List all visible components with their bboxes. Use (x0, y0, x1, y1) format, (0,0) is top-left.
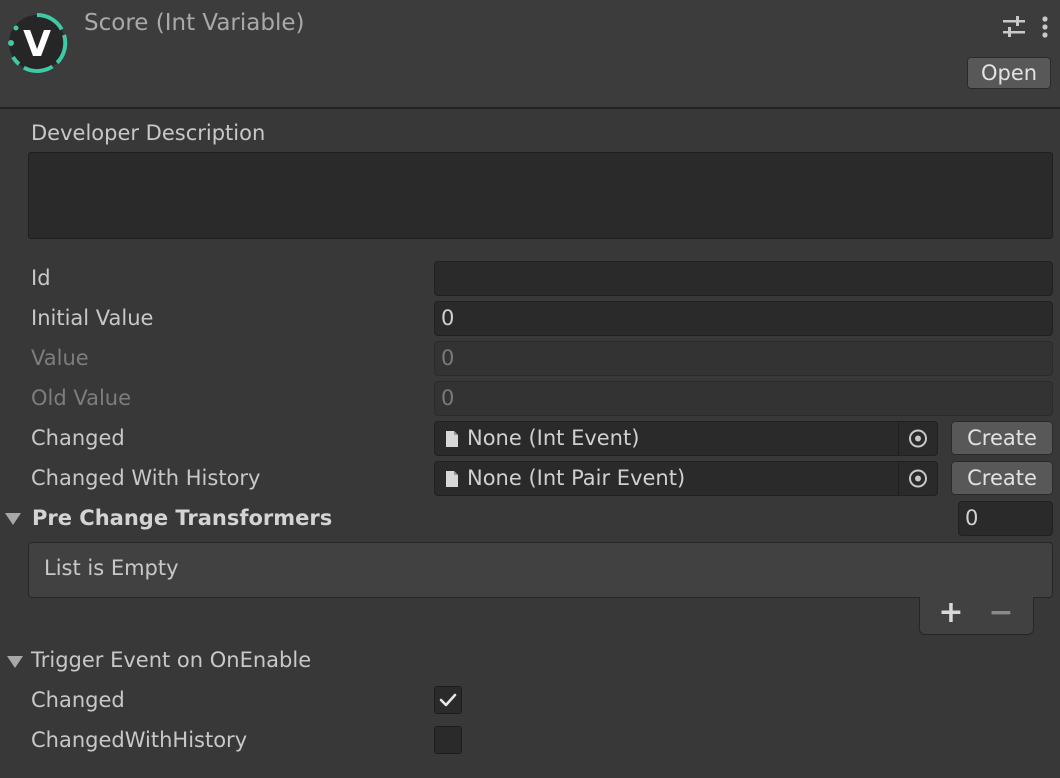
changed-label: Changed (31, 426, 125, 450)
add-element-button[interactable]: + (937, 598, 965, 630)
initial-value-field[interactable]: 0 (434, 301, 1053, 336)
old-value-field: 0 (434, 381, 1053, 416)
triangle-down-icon[interactable] (7, 656, 23, 668)
changed-create-button[interactable]: Create (951, 421, 1053, 455)
remove-element-button[interactable]: − (987, 598, 1015, 630)
old-value-label: Old Value (31, 386, 132, 410)
asset-title: Score (Int Variable) (84, 10, 305, 36)
document-icon (446, 431, 458, 447)
trigger-changed-with-history-checkbox[interactable] (434, 726, 462, 754)
changed-object-value: None (Int Event) (467, 426, 640, 450)
object-picker-icon[interactable] (898, 422, 937, 455)
list-empty-text: List is Empty (44, 556, 179, 580)
triangle-down-icon[interactable] (5, 513, 21, 525)
pre-change-transformers-label[interactable]: Pre Change Transformers (32, 506, 332, 530)
logo-letter: V (23, 24, 51, 65)
changed-with-history-object-value: None (Int Pair Event) (467, 466, 686, 490)
pre-change-transformers-count-field[interactable]: 0 (958, 501, 1053, 536)
trigger-event-foldout-label[interactable]: Trigger Event on OnEnable (31, 648, 311, 672)
sliders-icon[interactable] (1000, 14, 1028, 40)
trigger-changed-label: Changed (31, 688, 125, 712)
pre-change-transformers-list (28, 542, 1053, 598)
variable-logo-icon: V (8, 12, 68, 73)
document-icon (446, 471, 458, 487)
initial-value-label: Initial Value (31, 306, 154, 330)
trigger-changed-with-history-label: ChangedWithHistory (31, 728, 248, 752)
changed-with-history-object-field[interactable]: None (Int Pair Event) (434, 461, 938, 496)
vertical-ellipsis-icon[interactable] (1038, 14, 1052, 40)
id-field[interactable] (434, 261, 1053, 296)
open-button[interactable]: Open (967, 57, 1051, 89)
header-divider (0, 107, 1060, 109)
trigger-changed-checkbox[interactable] (434, 686, 462, 714)
object-picker-icon[interactable] (898, 462, 937, 495)
changed-with-history-create-button[interactable]: Create (951, 461, 1053, 495)
developer-description-textarea[interactable] (28, 152, 1053, 239)
developer-description-label: Developer Description (31, 121, 266, 145)
changed-object-field[interactable]: None (Int Event) (434, 421, 938, 456)
id-label: Id (31, 266, 51, 290)
checkmark-icon (439, 693, 457, 707)
value-field: 0 (434, 341, 1053, 376)
changed-with-history-label: Changed With History (31, 466, 261, 490)
value-label: Value (31, 346, 89, 370)
